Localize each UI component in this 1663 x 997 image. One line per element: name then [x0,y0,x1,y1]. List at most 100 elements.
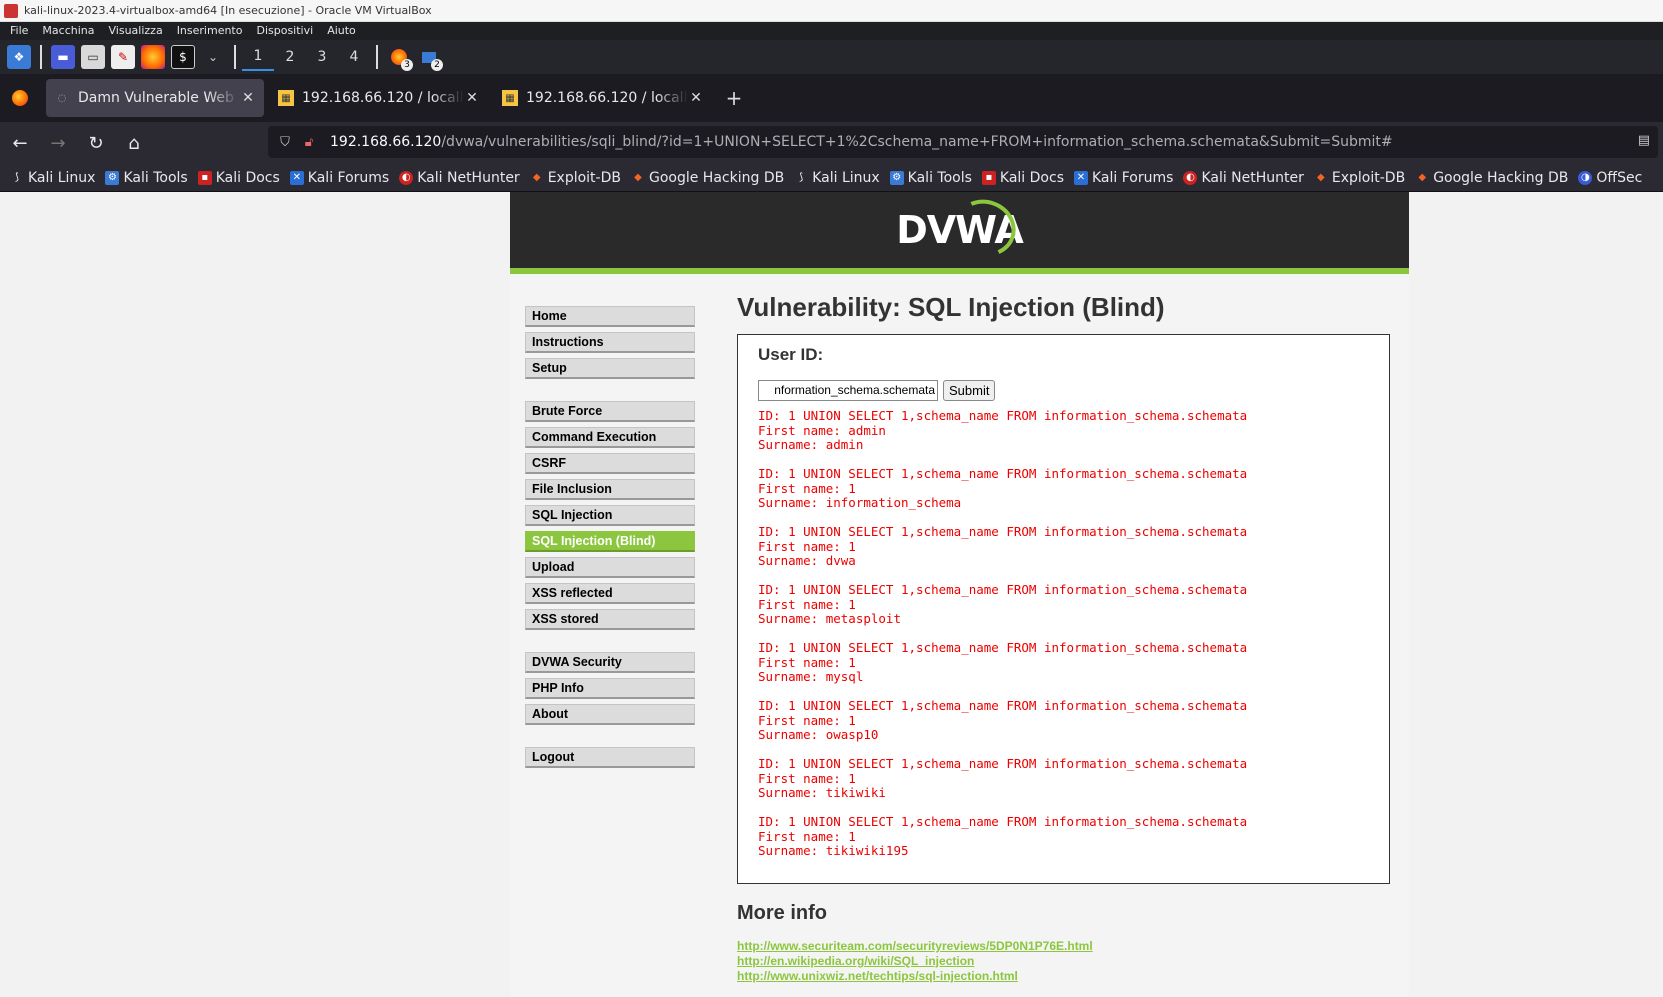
url-bar[interactable]: ⛉ 🔓︎ 192.168.66.120/dvwa/vulnerabilities… [268,126,1658,158]
bookmark-google-hacking-db-2[interactable]: ◆ Google Hacking DB [1415,170,1568,186]
result-surname: Surname: dvwa [758,553,856,568]
bookmark-exploit-db-2[interactable]: ◆ Exploit-DB [1314,170,1405,186]
link-unixwiz-sql-injection[interactable]: http://www.unixwiz.net/techtips/sql-inje… [737,969,1392,984]
workspace-2[interactable]: 2 [274,43,306,71]
menu-xss-reflected[interactable]: XSS reflected [525,583,695,604]
menu-setup[interactable]: Setup [525,358,695,379]
result-first-name: First name: 1 [758,712,856,728]
menu-xss-stored[interactable]: XSS stored [525,609,695,630]
url-text[interactable]: 192.168.66.120/dvwa/vulnerabilities/sqli… [330,134,1393,150]
vbox-title-text: kali-linux-2023.4-virtualbox-amd64 [In e… [24,4,432,17]
menu-csrf[interactable]: CSRF [525,453,695,474]
bookmark-kali-nethunter[interactable]: ◐ Kali NetHunter [399,170,520,186]
result-first-name: First name: 1 [758,480,856,496]
bookmark-kali-nethunter-2[interactable]: ◐ Kali NetHunter [1183,170,1304,186]
menu-upload[interactable]: Upload [525,557,695,578]
tab-phpmyadmin-2[interactable]: ▦ 192.168.66.120 / localhost ✕ [494,79,712,117]
bookmark-google-hacking-db[interactable]: ◆ Google Hacking DB [631,170,784,186]
vbox-menu-input[interactable]: Inserimento [177,22,243,40]
menu-logout[interactable]: Logout [525,747,695,768]
bookmark-exploit-db[interactable]: ◆ Exploit-DB [530,170,621,186]
reader-view-icon[interactable]: ▤ [1638,133,1650,148]
result-entry: ID: 1 UNION SELECT 1,schema_name FROM in… [758,408,1369,453]
tab-phpmyadmin-1[interactable]: ▦ 192.168.66.120 / localhost ✕ [270,79,488,117]
show-desktop-icon[interactable]: ▬ [51,45,75,69]
result-id-line: ID: 1 UNION SELECT 1,schema_name FROM in… [758,640,1248,655]
menu-sql-injection[interactable]: SQL Injection [525,505,695,526]
kali-tools-icon: ⚙ [889,170,904,185]
menu-gap [525,384,695,401]
result-surname: Surname: metasploit [758,611,901,626]
menu-brute-force[interactable]: Brute Force [525,401,695,422]
panel-separator [234,45,236,69]
bookmark-kali-docs-2[interactable]: ▪ Kali Docs [981,169,1064,186]
terminal-window-group-icon[interactable]: 2 [417,45,443,71]
workspace-1[interactable]: 1 [242,43,274,71]
menu-sql-injection-blind[interactable]: SQL Injection (Blind) [525,531,695,552]
menu-command-execution[interactable]: Command Execution [525,427,695,448]
kali-top-panel: ❖ ▬ ▭ ✎ $ ⌄ 1 2 3 4 3 2 [0,40,1663,74]
bookmark-kali-linux[interactable]: ⟆ Kali Linux [10,170,95,186]
forward-arrow-icon[interactable]: → [40,127,76,159]
bookmark-kali-forums[interactable]: ✕ Kali Forums [289,169,390,186]
bookmark-offsec[interactable]: ◑ OffSec [1578,170,1642,186]
menu-dvwa-security[interactable]: DVWA Security [525,652,695,673]
bookmark-kali-tools-2[interactable]: ⚙ Kali Tools [889,170,972,186]
link-wikipedia-sql-injection[interactable]: http://en.wikipedia.org/wiki/SQL_injecti… [737,954,1392,969]
vbox-menu-machine[interactable]: Macchina [42,22,94,40]
workspace-3[interactable]: 3 [306,43,338,71]
text-editor-icon[interactable]: ✎ [111,45,135,69]
result-id-line: ID: 1 UNION SELECT 1,schema_name FROM in… [758,466,1248,481]
workspace-4[interactable]: 4 [338,43,370,71]
menu-gap [525,635,695,652]
file-manager-icon[interactable]: ▭ [81,45,105,69]
vbox-menu-devices[interactable]: Dispositivi [256,22,313,40]
result-first-name: First name: 1 [758,596,856,612]
chevron-down-icon[interactable]: ⌄ [201,45,225,69]
kali-menu-icon[interactable]: ❖ [7,45,31,69]
bookmark-kali-tools[interactable]: ⚙ Kali Tools [105,170,188,186]
back-arrow-icon[interactable]: ← [2,127,38,159]
new-tab-plus-icon[interactable]: + [718,86,750,110]
menu-gap [525,730,695,747]
result-surname: Surname: admin [758,437,864,452]
home-icon[interactable]: ⌂ [116,127,152,159]
bookmark-kali-forums-2[interactable]: ✕ Kali Forums [1074,170,1173,186]
menu-home[interactable]: Home [525,306,695,327]
dvwa-logo: DVWA [896,191,1024,265]
firefox-window-group-icon[interactable]: 3 [387,45,413,71]
reload-icon[interactable]: ↻ [78,127,114,159]
tab-dvwa[interactable]: ◌ Damn Vulnerable Web App ✕ [46,79,264,117]
bookmark-kali-linux-2[interactable]: ⟆ Kali Linux [794,170,879,186]
submit-button[interactable]: Submit [943,379,996,401]
menu-php-info[interactable]: PHP Info [525,678,695,699]
bookmark-label: OffSec [1596,169,1643,186]
tracking-shield-icon[interactable]: ⛉ [272,135,298,150]
menu-instructions[interactable]: Instructions [525,332,695,353]
terminal-icon[interactable]: $ [171,45,195,69]
kali-docs-icon: ▪ [197,170,212,185]
user-id-input[interactable] [758,379,938,401]
exploit-db-icon: ◆ [1317,172,1325,183]
close-tab-icon[interactable]: ✕ [688,90,704,106]
close-tab-icon[interactable]: ✕ [240,90,256,106]
insecure-lock-icon[interactable]: 🔓︎ [298,135,320,150]
firefox-view-button[interactable] [0,78,40,118]
vbox-menu-file[interactable]: File [10,22,28,40]
tab-label: 192.168.66.120 / localhost [302,90,464,106]
firefox-icon[interactable] [141,45,165,69]
browser-tab-strip: ◌ Damn Vulnerable Web App ✕ ▦ 192.168.66… [0,74,1663,122]
result-surname: Surname: owasp10 [758,727,879,742]
vbox-menu-view[interactable]: Visualizza [109,22,163,40]
vbox-menu-help[interactable]: Aiuto [327,22,356,40]
menu-file-inclusion[interactable]: File Inclusion [525,479,695,500]
bookmark-label: Exploit-DB [547,169,621,186]
bookmark-kali-docs[interactable]: ▪ Kali Docs [197,170,280,186]
link-securiteam[interactable]: http://www.securiteam.com/securityreview… [737,939,1392,954]
dvwa-sidebar-menu: Home Instructions Setup Brute Force Comm… [525,306,695,773]
result-id-line: ID: 1 UNION SELECT 1,schema_name FROM in… [758,524,1248,539]
close-tab-icon[interactable]: ✕ [464,90,480,106]
menu-about[interactable]: About [525,704,695,725]
bookmark-label: Kali Forums [307,169,390,186]
bookmark-label: Kali Docs [999,169,1064,186]
